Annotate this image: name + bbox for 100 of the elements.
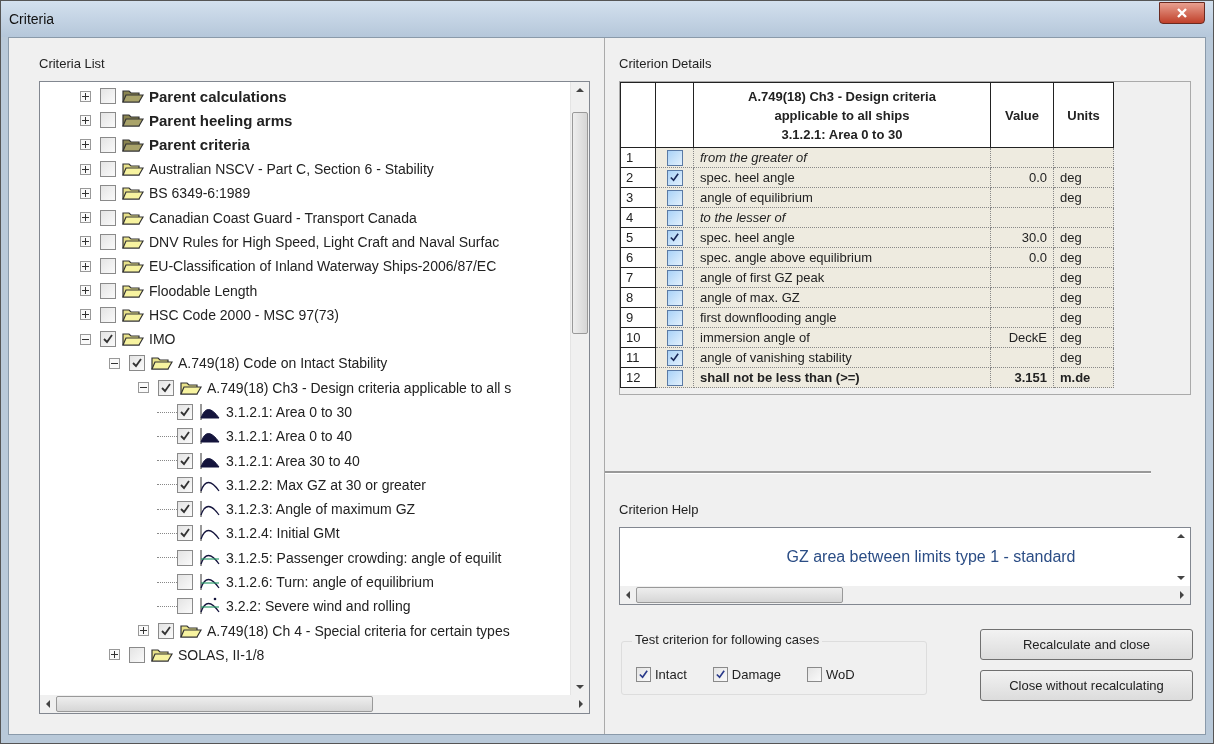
expand-toggle[interactable] bbox=[80, 187, 91, 199]
dialog-button[interactable]: Recalculate and close bbox=[980, 629, 1193, 660]
tree-item[interactable]: EU-Classification of Inland Waterway Ships-2006/87/EC bbox=[149, 258, 497, 275]
checkbox[interactable] bbox=[177, 428, 193, 445]
expand-toggle[interactable] bbox=[80, 333, 91, 345]
checkbox[interactable] bbox=[100, 209, 116, 226]
tree-item[interactable]: 3.1.2.1: Area 30 to 40 bbox=[226, 452, 360, 469]
tree-item[interactable]: SOLAS, II-1/8 bbox=[178, 646, 265, 663]
table-cell: first downflooding angle bbox=[694, 308, 991, 328]
dialog-button[interactable]: Close without recalculating bbox=[980, 670, 1193, 701]
expand-toggle[interactable] bbox=[80, 163, 91, 175]
expand-toggle[interactable] bbox=[80, 260, 91, 272]
expand-toggle[interactable] bbox=[80, 285, 91, 296]
case-checkbox[interactable]: Intact bbox=[636, 667, 687, 682]
checkbox[interactable] bbox=[100, 258, 116, 275]
checkbox[interactable] bbox=[177, 574, 193, 591]
tree-item[interactable]: IMO bbox=[149, 331, 176, 348]
expand-toggle[interactable] bbox=[80, 212, 91, 224]
checkbox[interactable] bbox=[666, 149, 683, 166]
expand-toggle[interactable] bbox=[109, 649, 120, 661]
checkbox[interactable] bbox=[666, 369, 683, 386]
tree-item[interactable]: Parent criteria bbox=[149, 136, 250, 154]
tree-item[interactable]: A.749(18) Code on Intact Stability bbox=[178, 355, 388, 372]
expand-toggle[interactable] bbox=[138, 382, 149, 394]
checkbox[interactable] bbox=[712, 667, 728, 682]
checkbox[interactable] bbox=[177, 549, 193, 566]
checkbox[interactable] bbox=[100, 112, 116, 129]
checkbox[interactable] bbox=[666, 269, 683, 286]
scrollbar-thumb[interactable] bbox=[572, 112, 588, 334]
expand-toggle[interactable] bbox=[80, 114, 91, 126]
expand-toggle[interactable] bbox=[138, 625, 149, 637]
scrollbar-thumb[interactable] bbox=[56, 696, 373, 712]
checkbox[interactable] bbox=[100, 185, 116, 202]
checkbox[interactable] bbox=[129, 355, 145, 372]
tree-item[interactable]: Parent calculations bbox=[149, 87, 287, 105]
expand-toggle[interactable] bbox=[80, 309, 91, 321]
checkbox[interactable] bbox=[636, 667, 651, 682]
tree-item[interactable]: 3.1.2.1: Area 0 to 40 bbox=[226, 428, 353, 445]
expand-toggle[interactable] bbox=[80, 236, 91, 248]
table-cell: deg bbox=[1054, 328, 1114, 348]
vertical-scrollbar[interactable] bbox=[570, 82, 589, 695]
expand-toggle[interactable] bbox=[80, 139, 91, 151]
expand-toggle[interactable] bbox=[80, 90, 91, 102]
tree-item[interactable]: Floodable Length bbox=[149, 282, 258, 299]
tree-item[interactable]: A.749(18) Ch 4 - Special criteria for certain types bbox=[207, 622, 510, 639]
checkbox[interactable] bbox=[158, 622, 174, 639]
tree-item[interactable]: 3.1.2.3: Angle of maximum GZ bbox=[226, 501, 416, 518]
tree-item[interactable]: 3.2.2: Severe wind and rolling bbox=[226, 598, 411, 615]
checkbox[interactable] bbox=[177, 452, 193, 469]
tree-item[interactable]: BS 6349-6:1989 bbox=[149, 185, 251, 202]
checkbox[interactable] bbox=[100, 136, 116, 153]
checkbox[interactable] bbox=[177, 525, 193, 542]
folder-icon bbox=[122, 112, 144, 129]
checkbox[interactable] bbox=[177, 501, 193, 518]
checkbox[interactable] bbox=[666, 209, 683, 226]
folder-icon bbox=[122, 161, 144, 178]
checkbox[interactable] bbox=[666, 249, 683, 266]
checkbox[interactable] bbox=[177, 404, 193, 420]
tree-item[interactable]: Canadian Coast Guard - Transport Canada bbox=[149, 209, 417, 226]
tree-item[interactable]: Parent heeling arms bbox=[149, 111, 293, 129]
close-button[interactable] bbox=[1159, 2, 1205, 24]
checkbox[interactable] bbox=[666, 189, 683, 206]
tree-item[interactable]: A.749(18) Ch3 - Design criteria applicable to all s bbox=[207, 379, 512, 396]
checkbox[interactable] bbox=[100, 282, 116, 299]
checkbox[interactable] bbox=[666, 349, 683, 366]
checkbox[interactable] bbox=[666, 229, 683, 246]
tree-item[interactable]: DNV Rules for High Speed, Light Craft and Naval Surfac bbox=[149, 233, 500, 250]
checkbox[interactable] bbox=[666, 329, 683, 346]
checkbox[interactable] bbox=[177, 476, 193, 493]
checkbox[interactable] bbox=[100, 306, 116, 323]
case-checkbox[interactable]: WoD bbox=[806, 667, 855, 682]
checkbox[interactable] bbox=[666, 309, 683, 326]
tree-item[interactable]: 3.1.2.1: Area 0 to 30 bbox=[226, 404, 353, 420]
case-checkbox[interactable]: Damage bbox=[712, 667, 781, 682]
checkbox[interactable] bbox=[100, 88, 116, 105]
checkbox[interactable] bbox=[666, 289, 683, 306]
tree-item[interactable]: 3.1.2.6: Turn: angle of equilibrium bbox=[226, 574, 434, 591]
checkbox[interactable] bbox=[177, 598, 193, 615]
tree-item[interactable]: HSC Code 2000 - MSC 97(73) bbox=[149, 306, 339, 323]
checkbox[interactable] bbox=[129, 646, 145, 663]
horizontal-scrollbar[interactable] bbox=[40, 695, 589, 713]
folder-icon bbox=[180, 622, 202, 639]
checkmark-icon bbox=[179, 430, 191, 443]
row-number: 9 bbox=[620, 308, 656, 328]
checkbox[interactable] bbox=[100, 161, 116, 178]
checkbox[interactable] bbox=[100, 331, 116, 348]
checkmark-icon bbox=[669, 232, 680, 243]
table-cell bbox=[991, 288, 1054, 308]
tree-item[interactable]: 3.1.2.4: Initial GMt bbox=[226, 525, 340, 542]
tree-item[interactable]: 3.1.2.5: Passenger crowding: angle of equilit bbox=[226, 549, 502, 566]
checkbox[interactable] bbox=[666, 169, 683, 186]
tree-item[interactable]: 3.1.2.2: Max GZ at 30 or greater bbox=[226, 476, 426, 493]
checkbox-label: WoD bbox=[825, 667, 855, 682]
expand-toggle[interactable] bbox=[109, 357, 120, 369]
horizontal-scrollbar[interactable] bbox=[620, 586, 1190, 604]
tree-item[interactable]: Australian NSCV - Part C, Section 6 - Stability bbox=[149, 161, 434, 178]
checkbox[interactable] bbox=[100, 233, 116, 250]
checkbox[interactable] bbox=[158, 379, 174, 396]
scrollbar-thumb[interactable] bbox=[636, 587, 843, 603]
checkbox[interactable] bbox=[806, 667, 822, 682]
